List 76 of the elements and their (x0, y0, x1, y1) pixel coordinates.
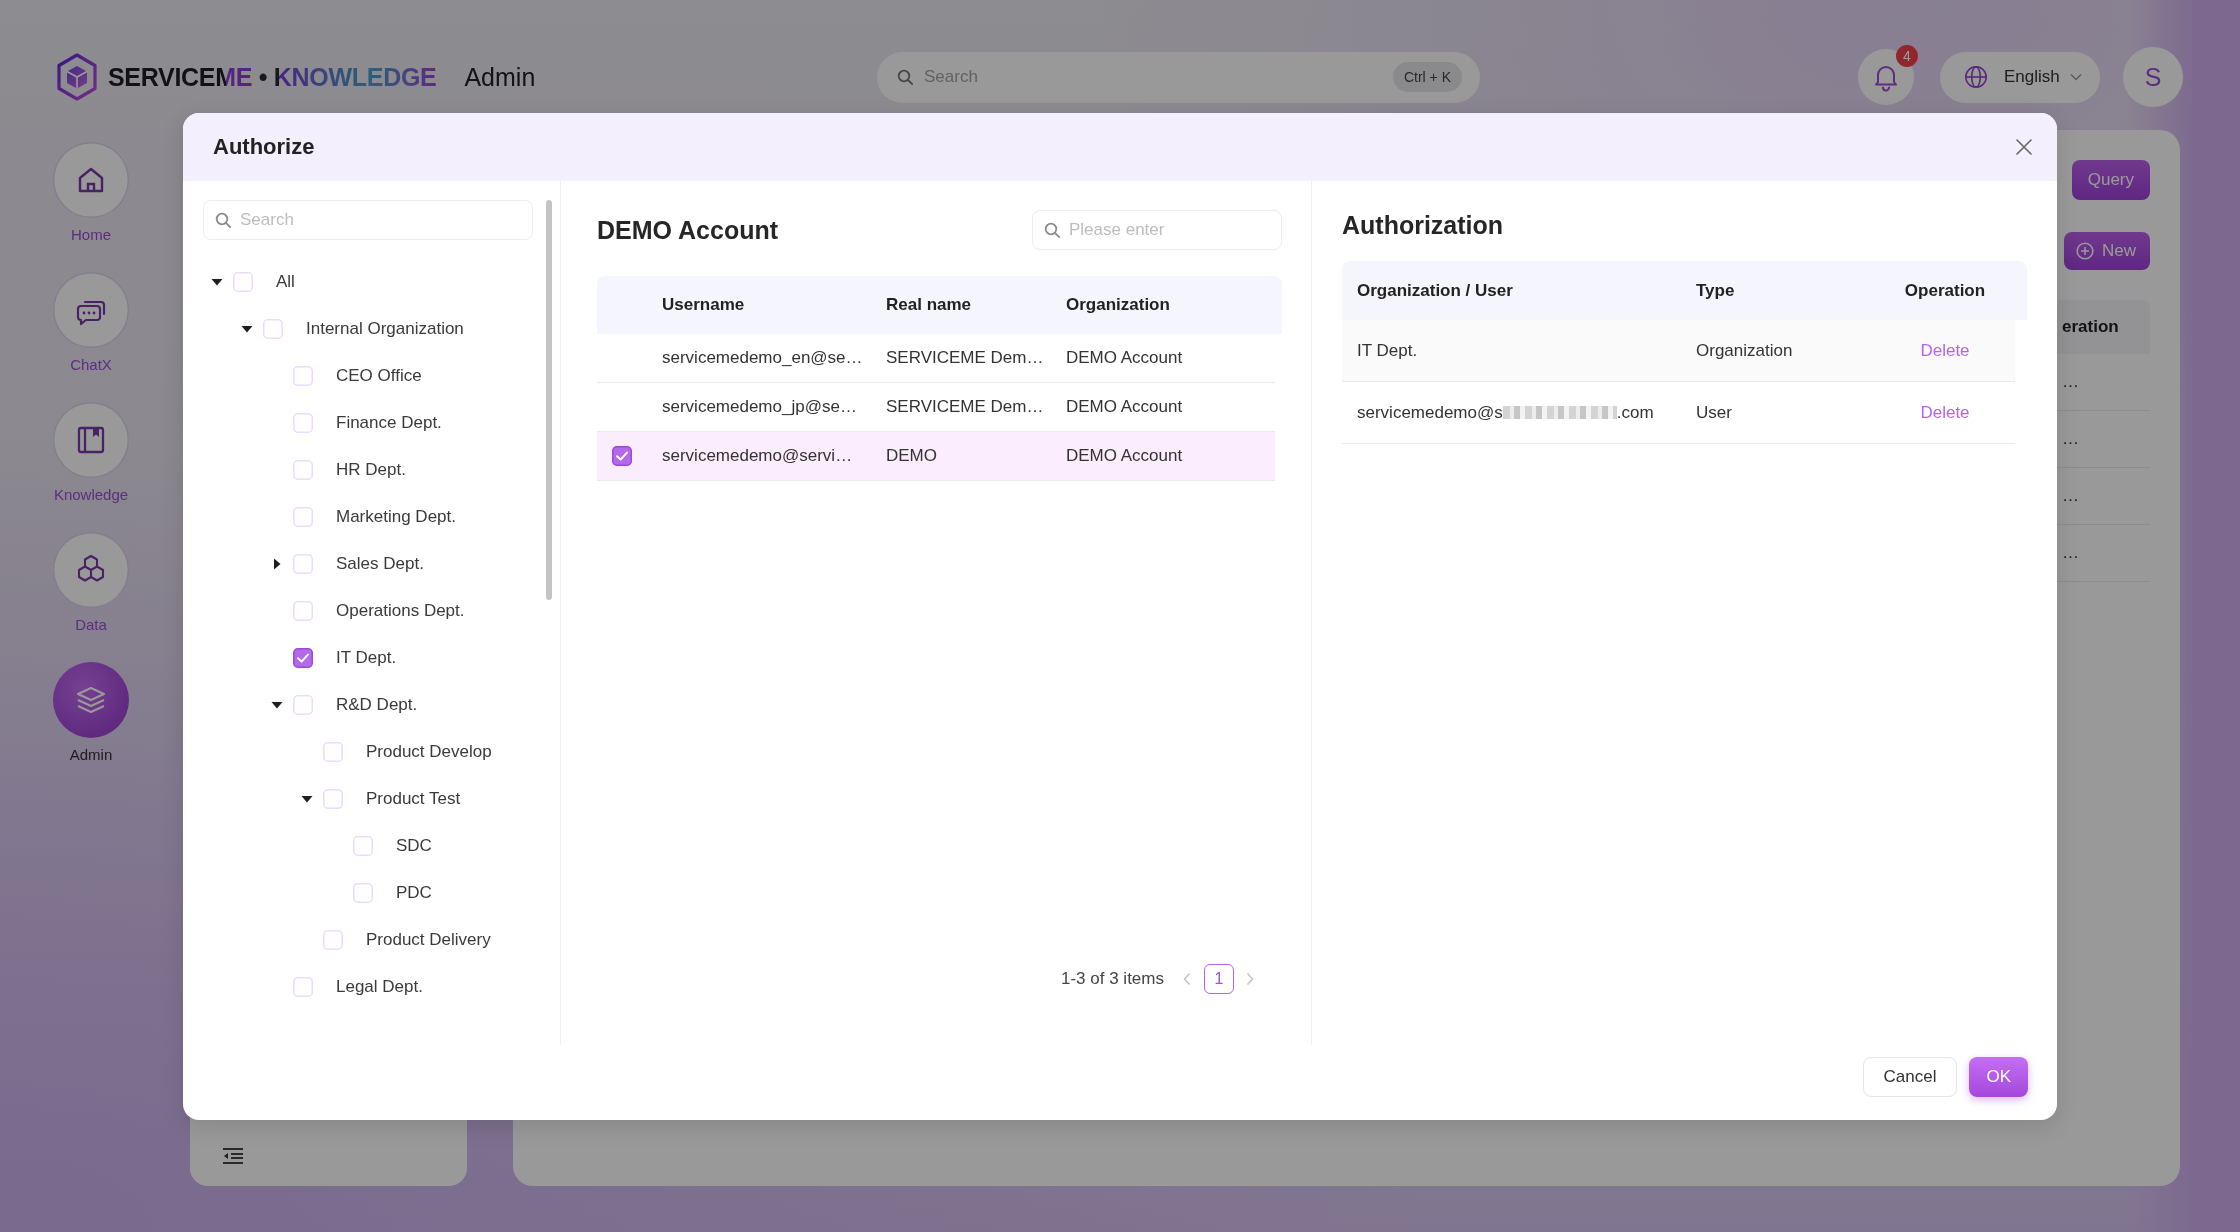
tree-node-label[interactable]: HR Dept. (336, 459, 406, 480)
tree-node-label[interactable]: Marketing Dept. (336, 506, 456, 527)
email-text: .com (1616, 402, 1654, 423)
tree-node-label[interactable]: SDC (396, 835, 432, 856)
section-title: Authorization (1342, 210, 1505, 241)
tree-node-label[interactable]: Product Test (366, 788, 461, 809)
nav-item[interactable]: Admin (53, 662, 129, 766)
pagination-summary: 1-3 of 3 items (1061, 969, 1164, 989)
list-indent-icon[interactable] (223, 1148, 243, 1164)
dialog-title: Authorize (213, 134, 315, 160)
table-cell-text: SERVICEME Dem… (886, 397, 1045, 417)
search-icon (215, 212, 232, 229)
column-header: Type (1695, 280, 1736, 301)
tree-node-label[interactable]: Operations Dept. (336, 600, 465, 621)
table-cell-text: servicemedemo_en@se… (662, 348, 864, 368)
table-cell-text: servicemedemo_jp@se… (662, 397, 858, 417)
search-icon (897, 68, 914, 86)
table-cell-text: DEMO Account (1066, 446, 1184, 466)
tree-node-label[interactable]: CEO Office (336, 365, 422, 386)
cancel-button[interactable]: Cancel (1862, 1057, 1958, 1097)
tree-node-label[interactable]: Sales Dept. (336, 553, 424, 574)
tree-node-label[interactable]: R&D Dept. (336, 694, 418, 715)
tree-node-label[interactable]: IT Dept. (336, 647, 397, 668)
table-cell: … (2062, 486, 2079, 506)
column-header: Username (662, 295, 746, 315)
search-field[interactable]: Search (203, 200, 533, 240)
page-button[interactable]: 1 (1204, 964, 1234, 994)
globe-icon (1964, 65, 1988, 89)
table-cell: … (2062, 543, 2079, 563)
confirm-button[interactable]: OK (1969, 1057, 2028, 1097)
table-row[interactable]: servicemedemo_en@se… SERVICEME Dem… DEMO Account (597, 334, 1275, 383)
table-cell-text: DEMO (886, 446, 938, 466)
column-header: Organization (1066, 295, 1171, 315)
table-cell-text: SERVICEME Dem… (886, 348, 1045, 368)
tree-node-label[interactable]: Legal Dept. (336, 976, 423, 997)
bell-icon[interactable] (1858, 49, 1914, 105)
column-header: eration (2062, 317, 2119, 337)
layers-icon (53, 662, 129, 738)
logo-icon (57, 53, 97, 101)
hexagons-icon (53, 532, 129, 608)
checkbox[interactable] (293, 647, 313, 668)
scrollbar-thumb[interactable] (546, 200, 552, 600)
search-icon (1044, 222, 1061, 239)
caret-right-icon[interactable] (271, 557, 283, 570)
table-cell-text: DEMO Account (1066, 348, 1184, 368)
tree-node-label[interactable]: Internal Organization (306, 318, 464, 339)
chevron-down-icon (2069, 73, 2082, 81)
chat-icon (53, 272, 129, 348)
table-cell: … (2062, 372, 2079, 392)
table-cell-text: IT Dept. (1356, 340, 1419, 361)
tree-node-label[interactable]: Product Develop (366, 741, 492, 762)
delete-link[interactable]: Delete (1920, 402, 1970, 422)
language-selector[interactable]: English (1940, 51, 2100, 103)
notification-badge: 4 (1896, 45, 1918, 67)
close-icon[interactable] (2015, 138, 2033, 156)
checkbox[interactable] (612, 446, 632, 466)
book-icon (53, 402, 129, 478)
column-header: Organization / User (1356, 280, 1514, 301)
tree-node-label[interactable]: Finance Dept. (336, 412, 442, 433)
search-field[interactable]: Please enter (1032, 210, 1282, 250)
table-row[interactable]: servicemedemo@servi… DEMO DEMO Account (597, 432, 1275, 481)
tree-node-label[interactable]: All (276, 271, 295, 292)
table-cell-text: User (1695, 402, 1733, 423)
page-title: Admin (464, 62, 536, 92)
tree-node-label[interactable]: Product Delivery (366, 929, 491, 950)
email-text: servicemedemo@s (1357, 402, 1503, 423)
table-cell-text: DEMO Account (1066, 397, 1184, 417)
column-header: Real name (886, 295, 973, 315)
table-cell-text: Organization (1695, 340, 1794, 361)
tree-node-label[interactable]: PDC (396, 882, 432, 903)
column-header: Operation (1903, 280, 1987, 301)
plus-circle-icon (2076, 242, 2094, 260)
home-icon (53, 142, 129, 218)
table-cell: … (2062, 429, 2079, 449)
section-title: DEMO Account (597, 215, 779, 245)
table-cell-text: servicemedemo@servi… (662, 446, 854, 466)
